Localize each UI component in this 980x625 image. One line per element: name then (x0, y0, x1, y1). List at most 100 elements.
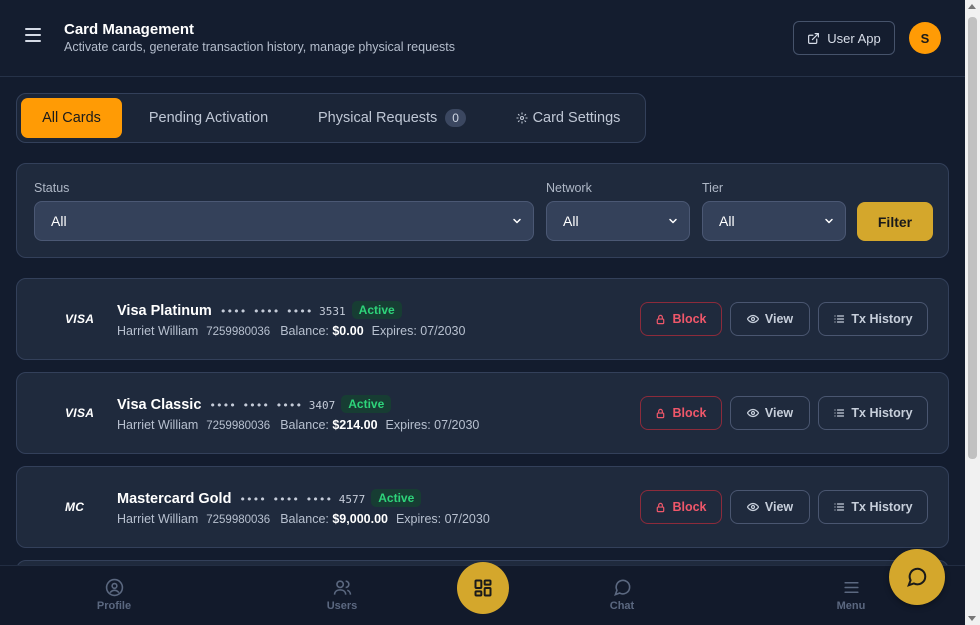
card-balance: $214.00 (332, 418, 378, 432)
view-button[interactable]: View (730, 302, 810, 336)
card-number-mask: •••• •••• •••• (219, 305, 313, 318)
card-holder: Harriet William (117, 512, 199, 526)
external-link-icon (808, 32, 820, 44)
network-select-value: All (563, 213, 579, 229)
status-badge: Active (341, 395, 392, 413)
nav-chat[interactable]: Chat (582, 578, 662, 612)
card-name: Visa Platinum (117, 303, 212, 319)
tx-history-label: Tx History (851, 500, 913, 514)
physical-requests-count-badge: 0 (445, 109, 466, 127)
status-select[interactable]: All (34, 201, 534, 241)
tx-history-button[interactable]: Tx History (818, 490, 928, 524)
nav-users[interactable]: Users (302, 578, 382, 612)
nav-profile[interactable]: Profile (74, 578, 154, 612)
card-row: MC Mastercard Gold •••• •••• •••• 4577 Act… (16, 466, 949, 548)
user-circle-icon (105, 578, 123, 597)
block-label: Block (672, 406, 707, 420)
card-holder: Harriet William (117, 324, 199, 338)
card-network-logo: VISA (65, 312, 95, 326)
card-balance: $0.00 (332, 324, 364, 338)
menu-icon (843, 581, 859, 594)
status-filter-label: Status (34, 181, 70, 195)
view-button[interactable]: View (730, 396, 810, 430)
card-actions: Block View Tx History (640, 302, 928, 336)
scroll-up-icon[interactable] (968, 4, 976, 9)
tier-filter-label: Tier (702, 181, 724, 195)
lock-icon (657, 502, 665, 512)
card-number: •••• •••• •••• 3407 (209, 399, 335, 412)
lock-icon (657, 408, 665, 418)
tier-select-value: All (719, 213, 735, 229)
tab-card-settings[interactable]: Card Settings (503, 98, 633, 138)
scroll-down-icon[interactable] (968, 616, 976, 621)
tab-all-cards[interactable]: All Cards (21, 98, 122, 138)
view-button[interactable]: View (730, 490, 810, 524)
card-holder: Harriet William (117, 418, 199, 432)
tx-history-label: Tx History (851, 406, 913, 420)
user-app-label: User App (827, 30, 881, 46)
nav-users-label: Users (326, 600, 358, 612)
card-number-mask: •••• •••• •••• (239, 493, 333, 506)
card-network-logo: VISA (65, 406, 95, 420)
network-filter-label: Network (546, 181, 592, 195)
page-title: Card Management (64, 21, 195, 38)
scrollbar-thumb[interactable] (968, 17, 977, 459)
balance-label: Balance: (280, 512, 329, 526)
chevron-down-icon (669, 218, 677, 224)
block-button[interactable]: Block (640, 302, 722, 336)
card-name-line: Visa Classic •••• •••• •••• 3407 Active (117, 395, 392, 413)
tab-physical-requests[interactable]: Physical Requests 0 (307, 98, 477, 138)
tab-label: Physical Requests (318, 110, 438, 126)
grid-icon (474, 579, 492, 597)
tx-history-button[interactable]: Tx History (818, 302, 928, 336)
account-number: 7259980036 (206, 514, 271, 526)
tab-label: All Cards (42, 110, 101, 126)
block-label: Block (672, 500, 707, 514)
hamburger-icon[interactable] (25, 28, 43, 44)
card-network-logo: MC (65, 500, 85, 514)
avatar[interactable]: S (909, 22, 941, 54)
card-row: VISA Visa Platinum •••• •••• •••• 3531 Act… (16, 278, 949, 360)
tab-label: Card Settings (532, 110, 621, 126)
status-badge: Active (351, 301, 402, 319)
list-icon (834, 409, 845, 417)
chevron-down-icon (825, 218, 833, 224)
status-select-value: All (51, 213, 67, 229)
block-button[interactable]: Block (640, 396, 722, 430)
view-label: View (764, 312, 794, 326)
card-number-mask: •••• •••• •••• (209, 399, 303, 412)
nav-menu[interactable]: Menu (811, 578, 891, 612)
tier-select[interactable]: All (702, 201, 846, 241)
card-expiry: Expires: 07/2030 (395, 512, 490, 526)
nav-chat-label: Chat (609, 600, 635, 612)
list-icon (834, 503, 845, 511)
lock-icon (657, 314, 665, 324)
card-meta: Harriet William 7259980036 Balance: $9,000… (117, 512, 490, 526)
network-select[interactable]: All (546, 201, 690, 241)
users-icon (333, 580, 351, 595)
card-meta: Harriet William 7259980036 Balance: $214.0… (117, 418, 479, 432)
eye-icon (746, 408, 759, 418)
page-scrollbar[interactable] (965, 0, 980, 625)
nav-profile-label: Profile (96, 600, 132, 612)
block-button[interactable]: Block (640, 490, 722, 524)
card-expiry: Expires: 07/2030 (371, 324, 466, 338)
tx-history-button[interactable]: Tx History (818, 396, 928, 430)
chevron-down-icon (513, 218, 521, 224)
filter-button[interactable]: Filter (857, 202, 933, 241)
card-name-line: Mastercard Gold •••• •••• •••• 4577 Active (117, 489, 422, 507)
tab-pending-activation[interactable]: Pending Activation (131, 98, 286, 138)
view-label: View (764, 500, 794, 514)
nav-menu-label: Menu (836, 600, 866, 612)
chat-bubble-icon (907, 567, 927, 587)
balance-label: Balance: (280, 418, 329, 432)
card-number: •••• •••• •••• 3531 (220, 305, 346, 318)
user-app-button[interactable]: User App (793, 21, 895, 55)
dashboard-grid-button[interactable] (457, 562, 509, 614)
card-tabs: All Cards Pending Activation Physical Re… (16, 93, 646, 143)
tab-label: Pending Activation (148, 110, 269, 126)
card-name: Mastercard Gold (117, 491, 232, 507)
block-label: Block (672, 312, 707, 326)
chat-fab-button[interactable] (889, 549, 945, 605)
card-last4: 3407 (308, 399, 336, 412)
